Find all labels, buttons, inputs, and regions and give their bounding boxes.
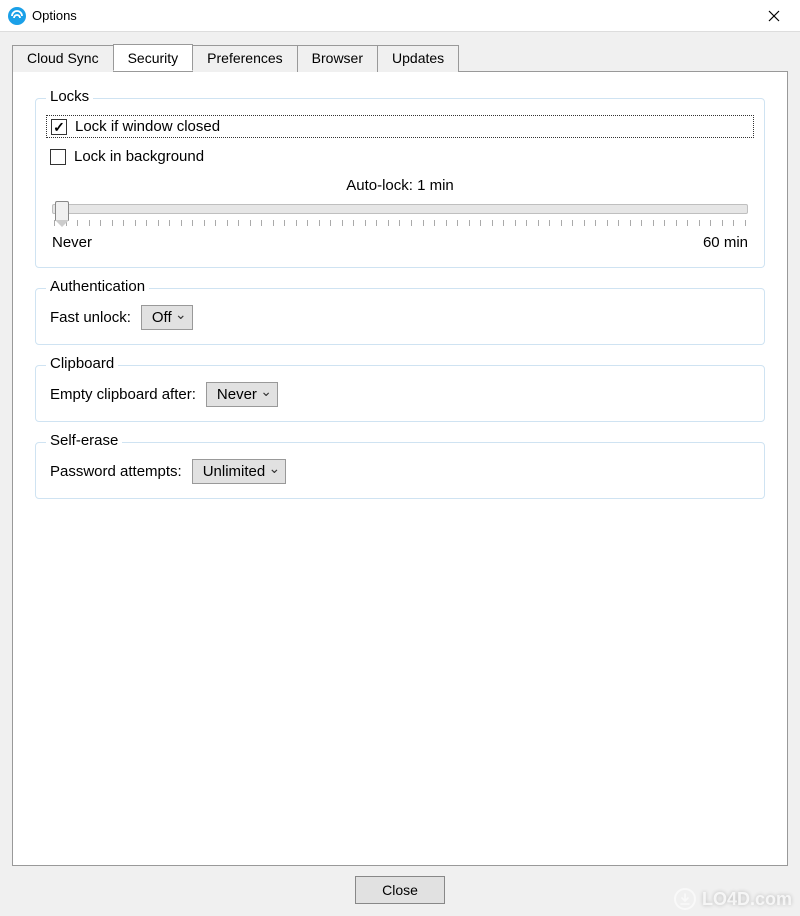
- autolock-value-label: Auto-lock: 1 min: [50, 177, 750, 194]
- dialog-footer: Close: [12, 866, 788, 904]
- slider-min-label: Never: [52, 234, 92, 251]
- fast-unlock-value: Off: [152, 309, 172, 326]
- tab-row: Cloud Sync Security Preferences Browser …: [12, 44, 788, 71]
- group-selferase-legend: Self-erase: [46, 432, 122, 449]
- app-icon: [8, 7, 26, 25]
- password-attempts-select[interactable]: Unlimited: [192, 459, 287, 484]
- group-self-erase: Self-erase Password attempts: Unlimited: [35, 442, 765, 499]
- window-close-button[interactable]: [752, 2, 796, 30]
- tab-security[interactable]: Security: [113, 44, 194, 71]
- window-title: Options: [32, 8, 752, 23]
- password-attempts-label: Password attempts:: [50, 463, 182, 480]
- group-clipboard: Clipboard Empty clipboard after: Never: [35, 365, 765, 422]
- group-auth-legend: Authentication: [46, 278, 149, 295]
- empty-clipboard-value: Never: [217, 386, 257, 403]
- titlebar: Options: [0, 0, 800, 32]
- empty-clipboard-label: Empty clipboard after:: [50, 386, 196, 403]
- checkbox-lock-window-closed[interactable]: Lock if window closed: [46, 115, 754, 138]
- fast-unlock-label: Fast unlock:: [50, 309, 131, 326]
- close-button[interactable]: Close: [355, 876, 445, 904]
- slider-track[interactable]: [52, 204, 748, 214]
- slider-max-label: 60 min: [703, 234, 748, 251]
- autolock-slider[interactable]: Never 60 min: [52, 204, 748, 251]
- slider-ticks: [52, 220, 748, 226]
- group-locks-legend: Locks: [46, 88, 93, 105]
- checkbox-label: Lock if window closed: [75, 118, 220, 135]
- group-authentication: Authentication Fast unlock: Off: [35, 288, 765, 345]
- tab-browser[interactable]: Browser: [297, 45, 378, 72]
- password-attempts-value: Unlimited: [203, 463, 266, 480]
- empty-clipboard-select[interactable]: Never: [206, 382, 278, 407]
- slider-thumb[interactable]: [55, 201, 69, 221]
- fast-unlock-select[interactable]: Off: [141, 305, 193, 330]
- group-locks: Locks Lock if window closed Lock in back…: [35, 98, 765, 268]
- tab-preferences[interactable]: Preferences: [192, 45, 297, 72]
- checkbox-icon: [51, 119, 67, 135]
- dialog-body: Cloud Sync Security Preferences Browser …: [0, 32, 800, 916]
- tab-updates[interactable]: Updates: [377, 45, 459, 72]
- group-clipboard-legend: Clipboard: [46, 355, 118, 372]
- checkbox-lock-in-background[interactable]: Lock in background: [50, 148, 750, 165]
- close-icon: [768, 10, 780, 22]
- tab-cloud-sync[interactable]: Cloud Sync: [12, 45, 114, 72]
- checkbox-label: Lock in background: [74, 148, 204, 165]
- tab-panel-security: Locks Lock if window closed Lock in back…: [12, 71, 788, 866]
- tab-container: Cloud Sync Security Preferences Browser …: [12, 44, 788, 866]
- checkbox-icon: [50, 149, 66, 165]
- slider-range-labels: Never 60 min: [52, 234, 748, 251]
